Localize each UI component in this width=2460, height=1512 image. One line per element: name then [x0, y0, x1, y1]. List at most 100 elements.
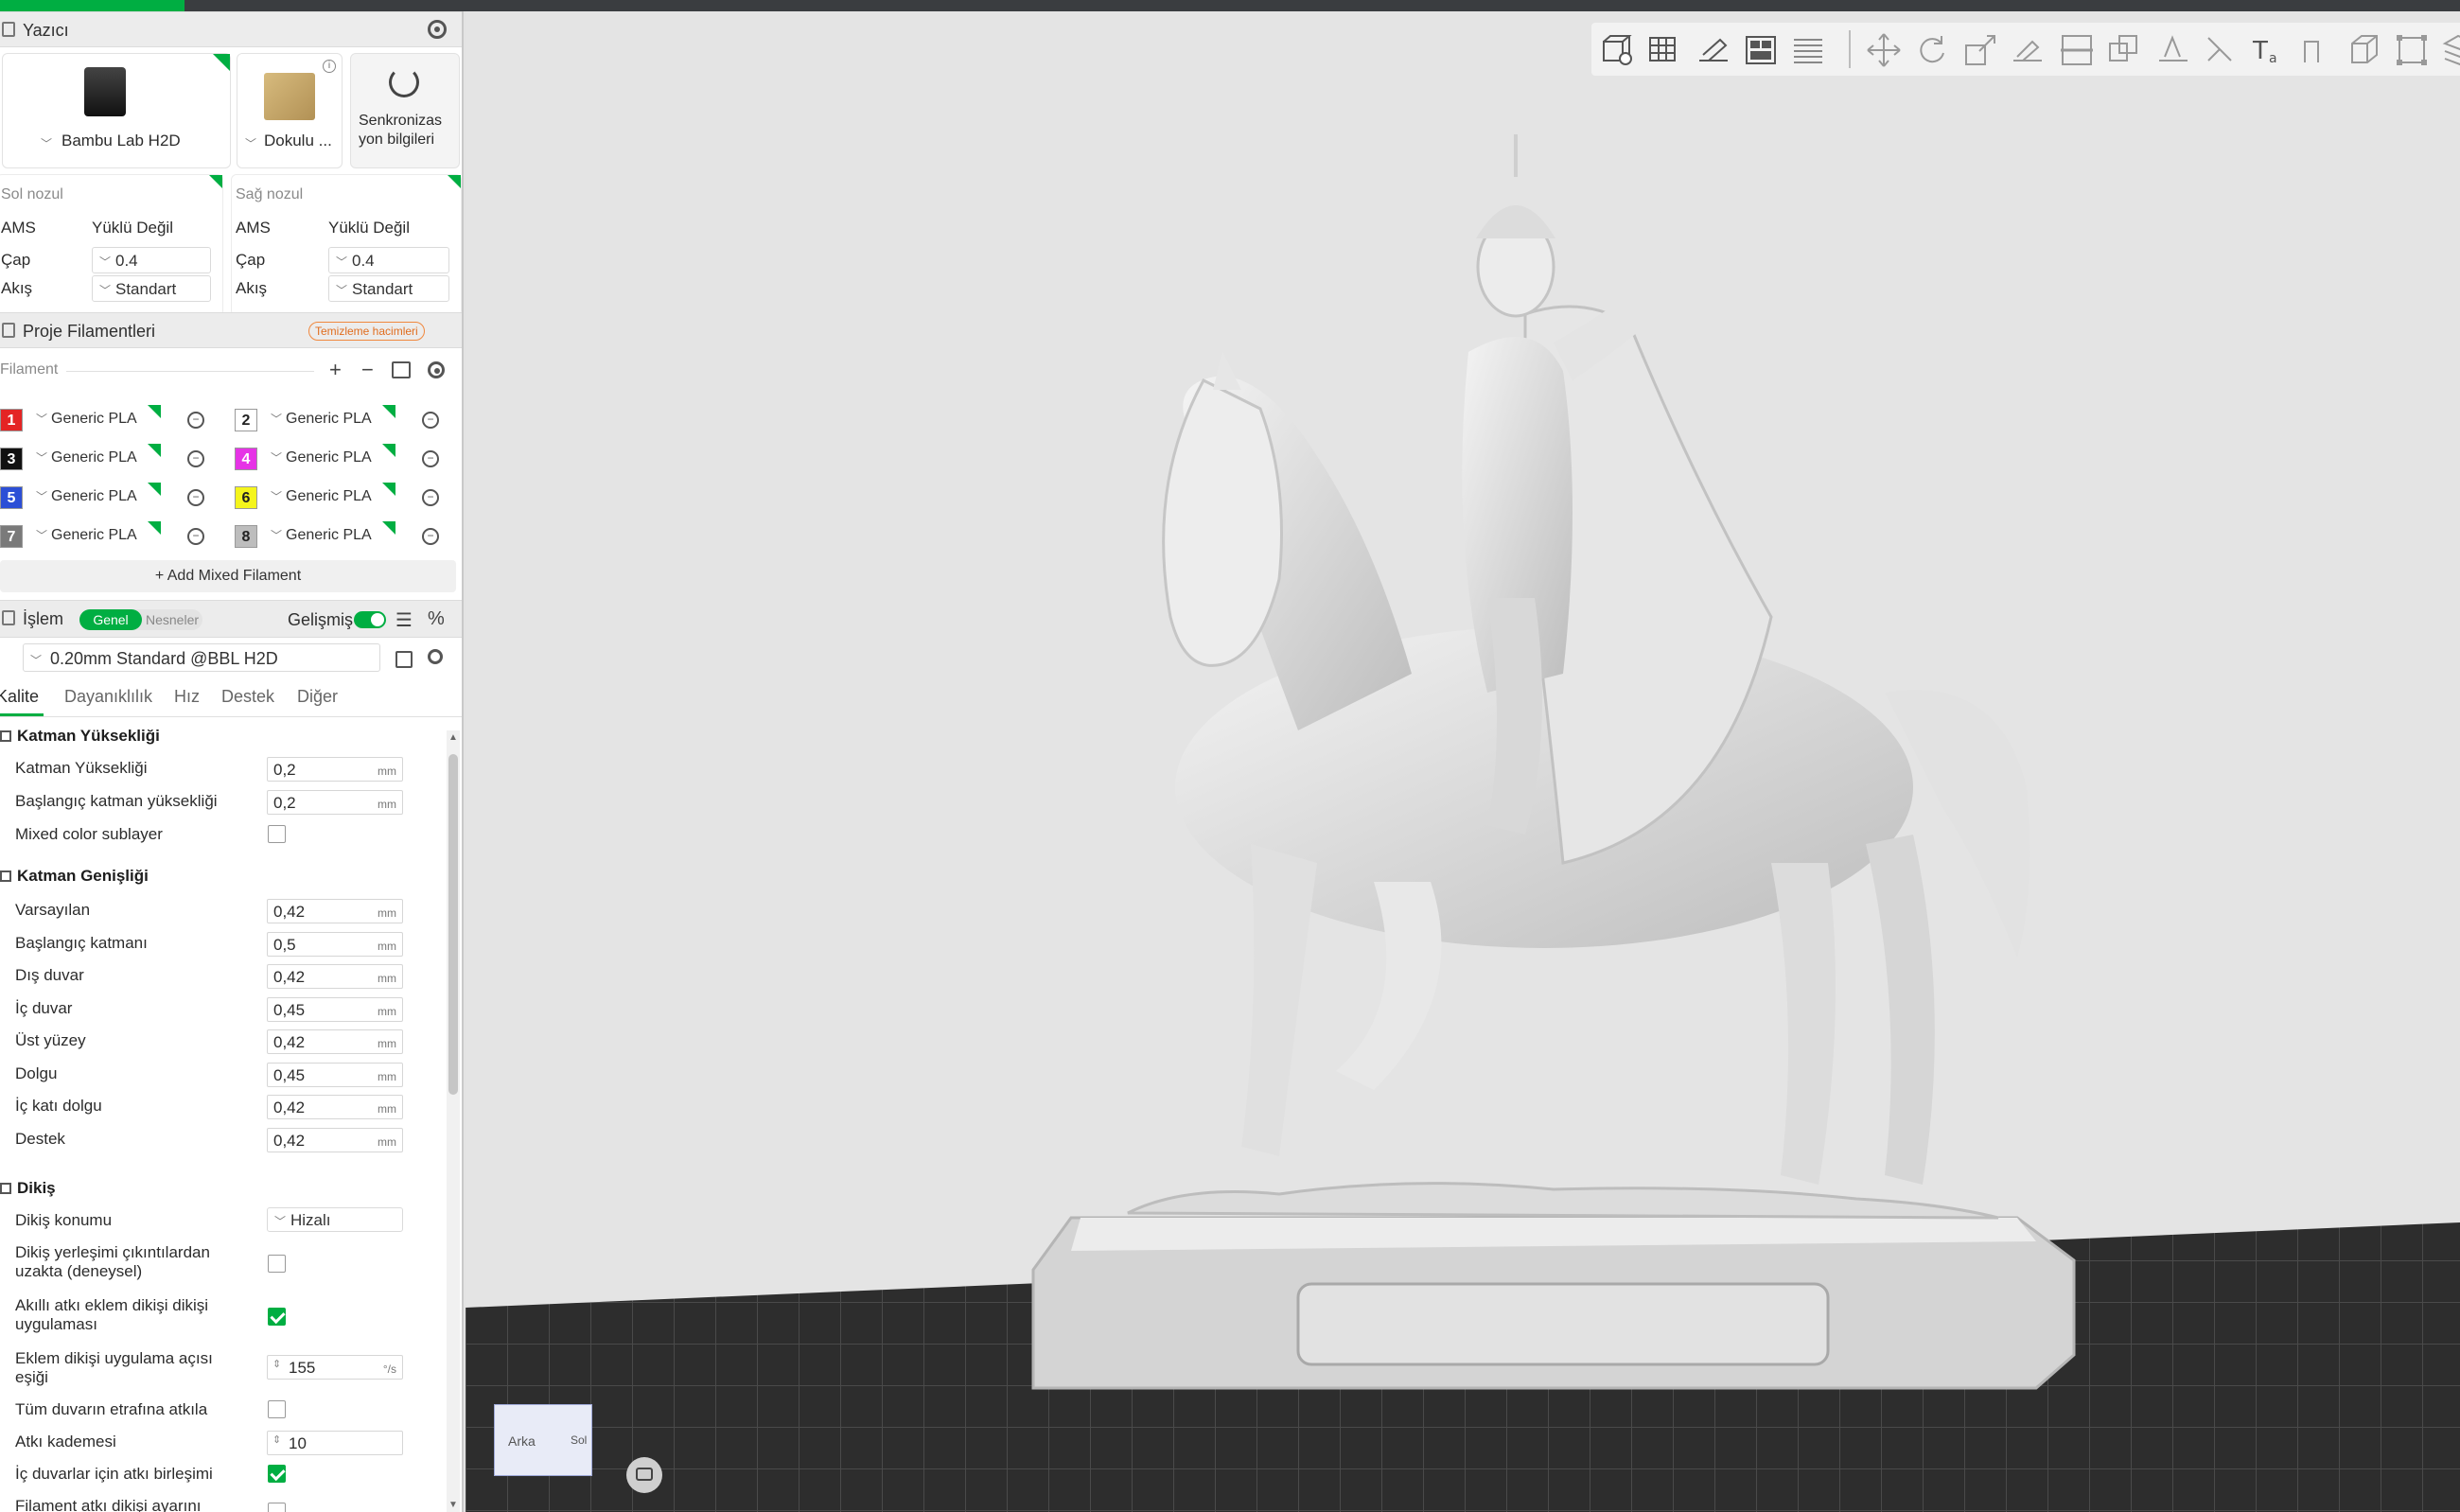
settings-icon[interactable] — [428, 361, 445, 378]
line-width-input[interactable]: 0,5 mm — [267, 931, 403, 957]
filament-select[interactable]: ﹀ Generic PLA — [263, 444, 395, 472]
add-object-icon[interactable] — [1599, 32, 1635, 68]
gear-icon[interactable] — [428, 20, 447, 39]
line-width-input[interactable]: 0,42 mm — [267, 899, 403, 923]
filament-color-swatch[interactable]: 3 — [0, 448, 23, 470]
stepper-icon[interactable]: ⇕ — [272, 1433, 281, 1446]
tab-support[interactable]: Destek — [221, 687, 274, 707]
scale-icon[interactable] — [1962, 32, 1998, 68]
list-icon[interactable]: ☰ — [395, 608, 413, 632]
group-collapse-icon[interactable] — [0, 1183, 11, 1194]
move-icon[interactable] — [1866, 32, 1902, 68]
mixed-color-checkbox[interactable] — [268, 825, 286, 843]
filament-select[interactable]: ﹀ Generic PLA — [28, 521, 161, 550]
remove-filament-icon[interactable]: − — [422, 412, 439, 429]
filament-select[interactable]: ﹀ Generic PLA — [263, 405, 395, 433]
filament-section-header[interactable]: Proje Filamentleri Temizleme hacimleri — [0, 312, 462, 348]
3d-viewport[interactable]: Ta 0 P Arka Sol — [466, 11, 2460, 1512]
camera-snapshot-icon[interactable] — [626, 1457, 662, 1493]
tab-strength[interactable]: Dayanıklılık — [64, 687, 152, 707]
tab-other[interactable]: Diğer — [297, 687, 338, 707]
filament-grid-icon[interactable] — [392, 361, 411, 378]
layer-height-input[interactable]: 0,2 mm — [267, 757, 403, 782]
text-icon[interactable]: Ta — [2250, 32, 2286, 68]
seam-avoid-checkbox[interactable] — [268, 1255, 286, 1273]
add-plate-icon[interactable] — [1646, 32, 1682, 68]
filament-color-swatch[interactable]: 6 — [235, 486, 257, 509]
scroll-thumb[interactable] — [448, 754, 458, 1095]
arrange-icon[interactable] — [1743, 32, 1779, 68]
filament-select[interactable]: ﹀ Generic PLA — [28, 405, 161, 433]
right-diameter-select[interactable]: ﹀ 0.4 — [328, 247, 449, 273]
rotate-icon[interactable] — [1913, 32, 1949, 68]
remove-filament-icon[interactable]: − — [187, 528, 204, 545]
remove-filament-icon[interactable]: − — [422, 489, 439, 506]
minus-icon[interactable]: − — [361, 358, 374, 382]
nav-face-left[interactable]: Sol — [571, 1433, 587, 1447]
line-width-input[interactable]: 0,42 mm — [267, 1127, 403, 1152]
printer-section-header[interactable]: Yazıcı — [0, 11, 462, 47]
printer-card[interactable]: ﹀ Bambu Lab H2D — [2, 53, 231, 168]
stepper-icon[interactable]: ⇕ — [272, 1358, 281, 1370]
inner-walls-checkbox[interactable] — [268, 1465, 286, 1483]
scarf-steps-input[interactable]: ⇕ 10 — [267, 1431, 403, 1455]
layers-icon[interactable] — [1790, 32, 1826, 68]
group-collapse-icon[interactable] — [0, 870, 11, 882]
filament-select[interactable]: ﹀ Generic PLA — [28, 483, 161, 511]
right-flow-select[interactable]: ﹀ Standart — [328, 275, 449, 302]
scroll-up-icon[interactable]: ▲ — [448, 732, 458, 743]
bounding-box-icon[interactable] — [2394, 32, 2430, 68]
boolean-icon[interactable] — [2106, 32, 2142, 68]
general-objects-switch[interactable]: Genel Nesneler — [79, 609, 202, 630]
filament-select[interactable]: ﹀ Generic PLA — [28, 444, 161, 472]
measure-icon[interactable] — [2299, 32, 2335, 68]
filament-color-swatch[interactable]: 8 — [235, 525, 257, 548]
left-diameter-select[interactable]: ﹀ 0.4 — [92, 247, 211, 273]
filament-seam-checkbox[interactable] — [268, 1503, 286, 1512]
remove-filament-icon[interactable]: − — [187, 489, 204, 506]
lay-on-face-icon[interactable] — [2010, 32, 2046, 68]
save-icon[interactable] — [395, 651, 413, 668]
group-collapse-icon[interactable] — [0, 730, 11, 742]
process-profile-select[interactable]: ﹀ 0.20mm Standard @BBL H2D — [23, 643, 380, 672]
remove-filament-icon[interactable]: − — [422, 450, 439, 467]
filament-color-swatch[interactable]: 5 — [0, 486, 23, 509]
plate-card[interactable]: i ﹀ Dokulu ... — [237, 53, 343, 168]
filament-color-swatch[interactable]: 1 — [0, 409, 23, 431]
left-flow-select[interactable]: ﹀ Standart — [92, 275, 211, 302]
filament-color-swatch[interactable]: 4 — [235, 448, 257, 470]
remove-filament-icon[interactable]: − — [187, 412, 204, 429]
auto-orient-icon[interactable] — [1696, 32, 1731, 68]
plus-icon[interactable]: + — [329, 358, 342, 382]
seam-angle-input[interactable]: ⇕ 155 °/s — [267, 1355, 403, 1380]
tab-general[interactable]: Genel — [79, 609, 142, 630]
view-navigation-cube[interactable]: Arka Sol — [494, 1404, 592, 1476]
filament-color-swatch[interactable]: 2 — [235, 409, 257, 431]
seam-paint-icon[interactable] — [2203, 32, 2239, 68]
settings-scrollbar[interactable]: ▲ ▼ — [447, 730, 460, 1512]
filament-color-swatch[interactable]: 7 — [0, 525, 23, 548]
info-icon[interactable]: i — [323, 60, 336, 73]
add-mixed-filament-button[interactable]: + Add Mixed Filament — [0, 560, 456, 592]
tab-objects[interactable]: Nesneler — [146, 609, 199, 630]
scroll-down-icon[interactable]: ▼ — [448, 1500, 458, 1510]
tab-quality[interactable]: Kalite — [0, 687, 39, 707]
advanced-toggle[interactable] — [354, 611, 386, 628]
filament-select[interactable]: ﹀ Generic PLA — [263, 483, 395, 511]
line-width-input[interactable]: 0,42 mm — [267, 964, 403, 989]
slice-layers-icon[interactable] — [2441, 32, 2460, 68]
support-paint-icon[interactable] — [2155, 32, 2191, 68]
nav-face-back[interactable]: Arka — [508, 1433, 536, 1449]
line-width-input[interactable]: 0,45 mm — [267, 996, 403, 1022]
percent-icon[interactable]: % — [428, 608, 445, 630]
cut-icon[interactable] — [2059, 32, 2095, 68]
assemble-icon[interactable] — [2346, 32, 2382, 68]
remove-filament-icon[interactable]: − — [422, 528, 439, 545]
initial-layer-height-input[interactable]: 0,2 mm — [267, 790, 403, 815]
all-walls-checkbox[interactable] — [268, 1400, 286, 1418]
smart-seam-checkbox[interactable] — [268, 1308, 286, 1326]
search-icon[interactable] — [428, 649, 443, 664]
line-width-input[interactable]: 0,42 mm — [267, 1095, 403, 1119]
line-width-input[interactable]: 0,42 mm — [267, 1029, 403, 1054]
sync-button[interactable]: Senkronizas yon bilgileri — [350, 53, 460, 168]
